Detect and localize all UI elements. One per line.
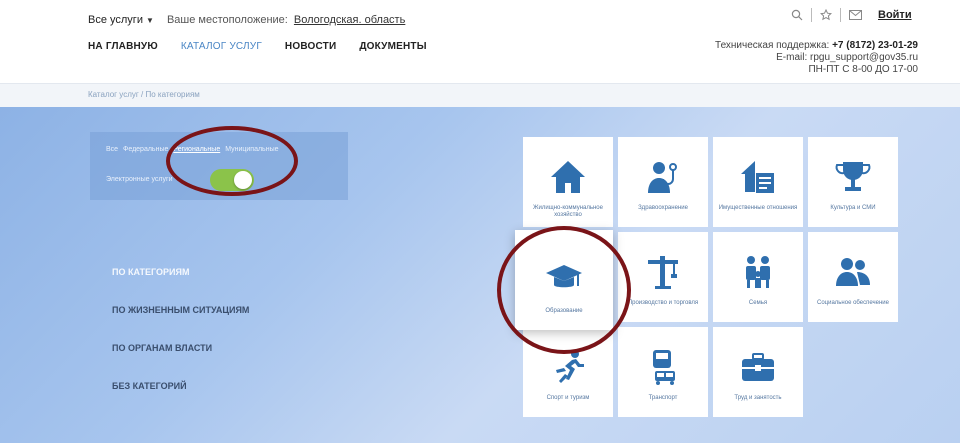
- tile-label: Производство и торговля: [627, 300, 699, 306]
- tile-label: Семья: [748, 300, 768, 306]
- location-label: Ваше местоположение:: [166, 14, 288, 26]
- all-services-label: Все услуги: [88, 14, 143, 26]
- main-nav: НА ГЛАВНУЮ КАТАЛОГ УСЛУГ НОВОСТИ ДОКУМЕН…: [88, 41, 447, 52]
- site-header: Все услуги ▼ Ваше местоположение: Вологод…: [0, 0, 960, 83]
- category-side-list: ПО КАТЕГОРИЯМ ПО ЖИЗНЕННЫМ СИТУАЦИЯМ ПО …: [112, 267, 249, 419]
- support-phone[interactable]: +7 (8172) 23-01-29: [832, 40, 918, 51]
- annotation-circle-education: [497, 226, 631, 354]
- tile-label: Здравоохранение: [638, 205, 688, 211]
- tile-label: Спорт и туризм: [546, 395, 590, 401]
- family-icon: [746, 256, 770, 288]
- mail-icon[interactable]: [849, 10, 862, 20]
- briefcase-icon: [742, 353, 774, 381]
- search-icon[interactable]: [791, 9, 803, 21]
- location-link[interactable]: Вологодская. область: [294, 14, 405, 26]
- support-email[interactable]: E-mail: rpgu_support@gov35.ru: [715, 52, 918, 64]
- tile-label: Жилищно-коммунальное хозяйство: [533, 205, 603, 218]
- electronic-services-label: Электронные услуги: [106, 176, 173, 183]
- annotation-circle-toggle: [166, 126, 298, 196]
- breadcrumb: Каталог услуг / По категориям: [0, 83, 960, 107]
- tile-health[interactable]: Здравоохранение: [618, 137, 708, 227]
- tile-label: Транспорт: [648, 395, 678, 401]
- tile-labor[interactable]: Труд и занятость: [713, 327, 803, 417]
- nav-home[interactable]: НА ГЛАВНУЮ: [88, 41, 158, 52]
- catalog-main: Все Федеральные Региональные Муниципальн…: [0, 107, 960, 443]
- support-label: Техническая поддержка:: [715, 40, 830, 51]
- top-icons: Войти: [791, 8, 912, 22]
- people-icon: [836, 258, 870, 286]
- support-info: Техническая поддержка: +7 (8172) 23-01-2…: [715, 40, 918, 76]
- tile-property[interactable]: Имущественные отношения: [713, 137, 803, 227]
- side-item-authorities[interactable]: ПО ОРГАНАМ ВЛАСТИ: [112, 343, 249, 353]
- tile-label: Культура и СМИ: [830, 205, 876, 211]
- divider: [840, 8, 841, 22]
- transport-icon: [653, 350, 675, 385]
- tile-transport[interactable]: Транспорт: [618, 327, 708, 417]
- tile-family[interactable]: Семья: [713, 232, 803, 322]
- crane-icon: [648, 256, 678, 289]
- nav-documents[interactable]: ДОКУМЕНТЫ: [359, 41, 426, 52]
- chevron-down-icon: ▼: [145, 16, 154, 25]
- tile-production[interactable]: Производство и торговля: [618, 232, 708, 322]
- all-services-dropdown[interactable]: Все услуги ▼: [88, 14, 154, 26]
- doctor-icon: [648, 162, 677, 193]
- tile-label: Имущественные отношения: [718, 205, 798, 211]
- support-hours: ПН-ПТ С 8-00 ДО 17-00: [808, 64, 918, 75]
- tile-culture[interactable]: Культура и СМИ: [808, 137, 898, 227]
- property-icon: [741, 161, 774, 193]
- side-item-life-situations[interactable]: ПО ЖИЗНЕННЫМ СИТУАЦИЯМ: [112, 305, 249, 315]
- tile-social[interactable]: Социальное обеспечение: [808, 232, 898, 322]
- side-item-by-category[interactable]: ПО КАТЕГОРИЯМ: [112, 267, 249, 277]
- top-line: Все услуги ▼ Ваше местоположение: Вологод…: [88, 14, 405, 26]
- side-item-no-category[interactable]: БЕЗ КАТЕГОРИЙ: [112, 381, 249, 391]
- login-link[interactable]: Войти: [878, 9, 912, 21]
- tile-label: Социальное обеспечение: [817, 300, 889, 306]
- filter-tab-federal[interactable]: Федеральные: [123, 146, 168, 153]
- breadcrumb-text[interactable]: Каталог услуг / По категориям: [88, 90, 200, 99]
- tile-housing[interactable]: Жилищно-коммунальное хозяйство: [523, 137, 613, 227]
- trophy-icon: [835, 162, 871, 191]
- star-icon[interactable]: [820, 9, 832, 21]
- filter-tab-all[interactable]: Все: [106, 146, 118, 153]
- house-icon: [551, 161, 585, 193]
- nav-news[interactable]: НОВОСТИ: [285, 41, 336, 52]
- tile-label: Труд и занятость: [734, 395, 782, 401]
- nav-catalog[interactable]: КАТАЛОГ УСЛУГ: [181, 41, 262, 52]
- divider: [811, 8, 812, 22]
